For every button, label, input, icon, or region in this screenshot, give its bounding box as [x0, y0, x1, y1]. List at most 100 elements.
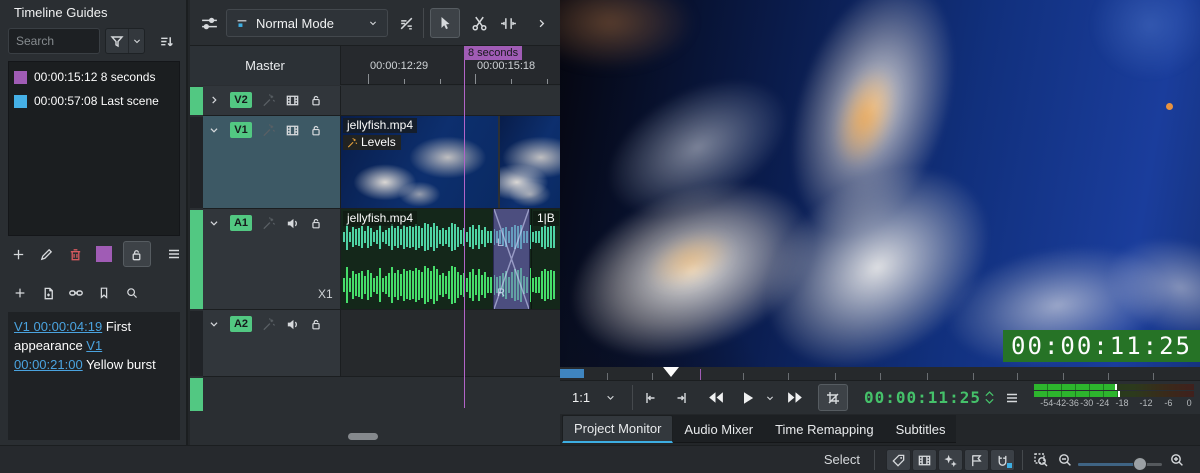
lock-icon[interactable]: [309, 317, 323, 331]
monitor-menu-button[interactable]: [1004, 381, 1020, 414]
effects-wand-icon[interactable]: [261, 216, 276, 231]
show-flags-button[interactable]: [964, 449, 989, 471]
selection-tool-button[interactable]: [430, 8, 460, 38]
bookmark-note-button[interactable]: [90, 281, 118, 305]
tab-project-monitor[interactable]: Project Monitor: [562, 415, 673, 443]
chevron-down-icon[interactable]: [207, 216, 221, 230]
track-target-indicator[interactable]: [190, 87, 203, 115]
guide-list[interactable]: 00:00:15:12 8 seconds 00:00:57:08 Last s…: [8, 61, 180, 236]
track-target-indicator[interactable]: [190, 311, 203, 376]
show-effects-button[interactable]: [938, 449, 963, 471]
timeline-ruler[interactable]: Master 00:00:12:29 00:00:15:18 8 seconds: [190, 46, 560, 85]
guide-item[interactable]: 00:00:57:08 Last scene: [9, 89, 179, 113]
track-header-a1[interactable]: A1 X1: [203, 209, 341, 310]
edit-guide-button[interactable]: [33, 241, 62, 267]
guide-marker-flag[interactable]: 8 seconds: [464, 46, 522, 60]
insert-timecode-button[interactable]: [34, 281, 62, 305]
fast-forward-button[interactable]: [786, 381, 805, 414]
zone-mode-button[interactable]: [818, 384, 848, 411]
video-preview[interactable]: 00:00:11:25: [560, 0, 1200, 367]
track-v2-lane[interactable]: [341, 86, 560, 116]
lock-icon[interactable]: [309, 93, 323, 107]
monitor-seek-ruler[interactable]: [560, 367, 1200, 381]
note-timecode-link[interactable]: V1 00:00:04:19: [14, 319, 102, 334]
toolbar-overflow-button[interactable]: [526, 8, 556, 38]
edit-mode-selector[interactable]: Normal Mode: [226, 9, 388, 37]
speaker-icon[interactable]: [285, 317, 300, 332]
spacer-tool-button[interactable]: [493, 8, 523, 38]
track-v1[interactable]: V1 jellyfish.mp4 Levels: [190, 116, 560, 209]
chevron-down-icon[interactable]: [207, 317, 221, 331]
track-badge[interactable]: V1: [230, 122, 252, 138]
track-v2[interactable]: V2: [190, 86, 560, 116]
delete-guide-button[interactable]: [61, 241, 90, 267]
rewind-button[interactable]: [706, 381, 725, 414]
guide-item[interactable]: 00:00:15:12 8 seconds: [9, 65, 179, 89]
play-dropdown[interactable]: [764, 381, 776, 414]
effects-wand-icon[interactable]: [261, 123, 276, 138]
track-a1-lane[interactable]: jellyfish.mp4 1|B L R: [341, 209, 560, 310]
track-target-indicator[interactable]: [190, 378, 203, 411]
track-header-v1[interactable]: V1: [203, 116, 341, 209]
chevron-right-icon[interactable]: [207, 93, 221, 107]
guide-search-input[interactable]: [8, 28, 100, 54]
project-notes[interactable]: V1 00:00:04:19 First appearance V1 00:00…: [8, 312, 180, 440]
track-badge[interactable]: A1: [230, 215, 252, 231]
track-a2-lane[interactable]: [341, 310, 560, 377]
timeline-guide-line[interactable]: [464, 46, 465, 408]
composite-film-icon[interactable]: [285, 123, 300, 138]
goto-zone-out-button[interactable]: [674, 381, 690, 414]
tab-subtitles[interactable]: Subtitles: [885, 415, 957, 443]
composite-film-icon[interactable]: [285, 93, 300, 108]
filter-dropdown-arrow[interactable]: [129, 29, 144, 53]
lock-icon[interactable]: [309, 216, 323, 230]
guide-category-button[interactable]: [90, 241, 119, 267]
link-note-button[interactable]: [62, 281, 90, 305]
guide-filter-button[interactable]: [105, 28, 145, 54]
razor-tool-button[interactable]: [464, 8, 494, 38]
split-audio-video-button[interactable]: [391, 8, 421, 38]
monitor-zoom-dropdown[interactable]: [604, 381, 617, 414]
timeline-zoom-slider[interactable]: [1078, 463, 1162, 466]
snap-magnet-button[interactable]: [990, 449, 1015, 471]
add-note-button[interactable]: [6, 281, 34, 305]
add-guide-button[interactable]: [4, 241, 33, 267]
lock-guides-button[interactable]: [123, 241, 152, 267]
effects-wand-icon[interactable]: [261, 93, 276, 108]
video-clip[interactable]: jellyfish.mp4 Levels: [341, 116, 498, 208]
monitor-zoom-selector[interactable]: 1:1: [572, 381, 590, 414]
guides-menu-button[interactable]: [159, 241, 188, 267]
timeline-horizontal-scrollbar[interactable]: [348, 433, 378, 440]
zoom-in-button[interactable]: [1166, 450, 1188, 470]
audio-crossfade-mix[interactable]: L R: [493, 209, 530, 309]
track-target-indicator[interactable]: [190, 210, 203, 309]
speaker-icon[interactable]: [285, 216, 300, 231]
track-header-a2[interactable]: A2: [203, 310, 341, 377]
master-track-button[interactable]: Master: [190, 46, 341, 85]
track-target-indicator[interactable]: [190, 117, 203, 208]
funnel-icon[interactable]: [106, 29, 129, 53]
tab-audio-mixer[interactable]: Audio Mixer: [673, 415, 764, 443]
video-clip[interactable]: [500, 116, 560, 208]
effects-wand-icon[interactable]: [261, 317, 276, 332]
track-v1-lane[interactable]: jellyfish.mp4 Levels: [341, 116, 560, 209]
tab-time-remapping[interactable]: Time Remapping: [764, 415, 885, 443]
monitor-timecode-field[interactable]: 00:00:11:25: [864, 381, 981, 414]
track-a1[interactable]: A1 X1 jellyfish.mp4 1|B L R: [190, 209, 560, 310]
timeline-settings-button[interactable]: [194, 8, 224, 38]
track-badge[interactable]: A2: [230, 316, 252, 332]
search-notes-button[interactable]: [118, 281, 146, 305]
track-a2[interactable]: A2: [190, 310, 560, 377]
track-header-v2[interactable]: V2: [203, 86, 341, 116]
guide-sort-button[interactable]: [151, 28, 181, 54]
track-badge[interactable]: V2: [230, 92, 252, 108]
chevron-down-icon[interactable]: [207, 123, 221, 137]
slider-handle[interactable]: [1133, 457, 1147, 471]
zoom-out-button[interactable]: [1054, 450, 1076, 470]
goto-zone-in-button[interactable]: [642, 381, 658, 414]
zoom-fit-button[interactable]: [1030, 450, 1052, 470]
zone-bar[interactable]: [560, 369, 584, 378]
show-markers-button[interactable]: [886, 449, 911, 471]
play-button[interactable]: [740, 381, 756, 414]
playhead-marker[interactable]: [663, 367, 679, 377]
